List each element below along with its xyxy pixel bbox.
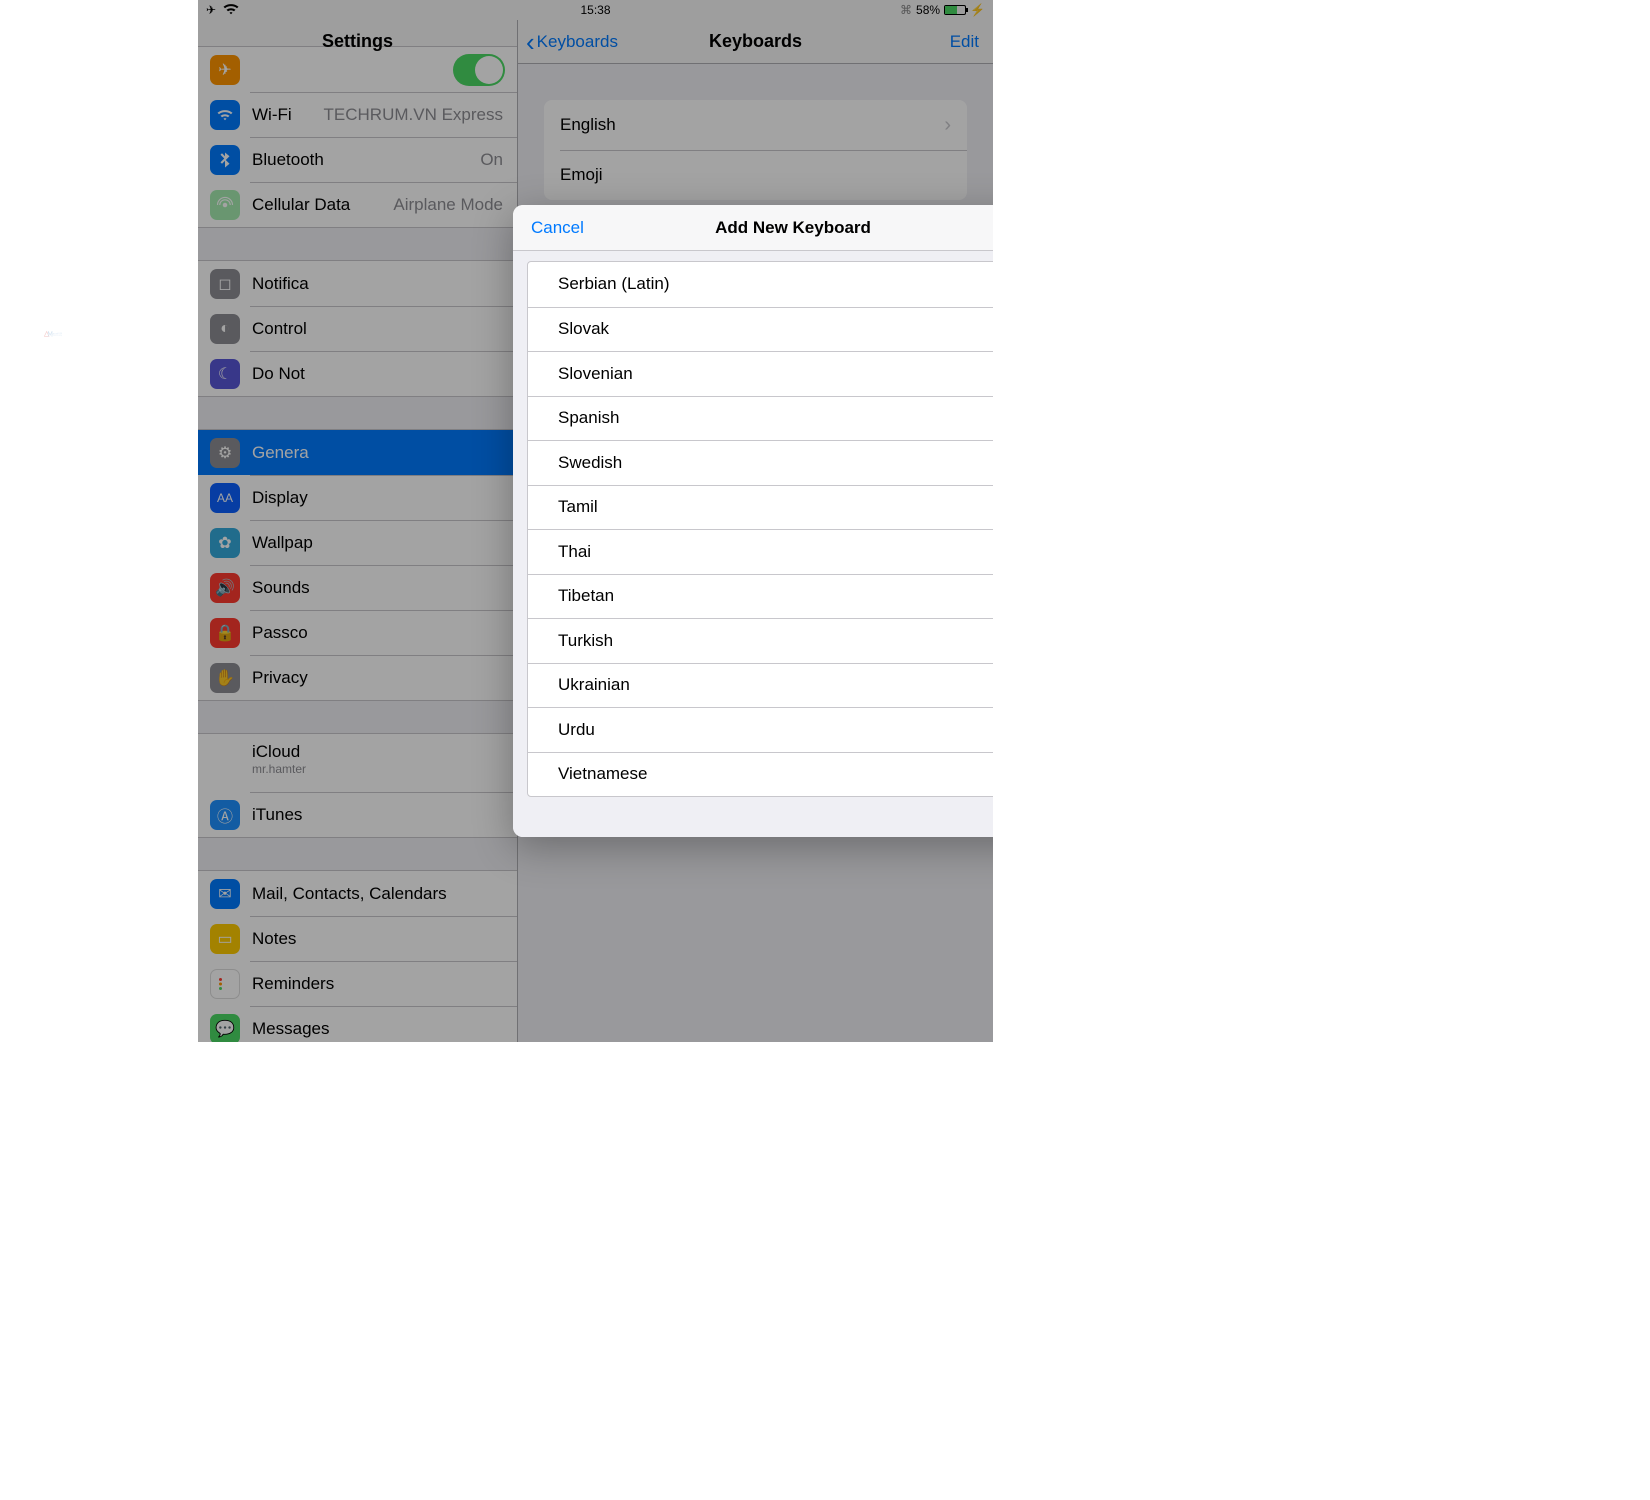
language-option[interactable]: Thai xyxy=(528,529,993,574)
watermark-different: DIFFERENT xyxy=(60,332,63,333)
language-option[interactable]: Serbian (Latin) xyxy=(528,262,993,307)
language-option[interactable]: Tibetan xyxy=(528,574,993,619)
language-option[interactable]: Swedish xyxy=(528,440,993,485)
cancel-button[interactable]: Cancel xyxy=(531,218,584,238)
language-option[interactable]: Ukrainian xyxy=(528,663,993,708)
language-option[interactable]: Slovak xyxy=(528,307,993,352)
svg-text:R: R xyxy=(61,335,62,336)
watermark-think: THINK xyxy=(58,332,59,333)
language-option[interactable]: Turkish xyxy=(528,618,993,663)
modal-header: Cancel Add New Keyboard xyxy=(513,205,993,251)
watermark-tagline: THƯƠNG HIỆU UY TÍN CỦA NGƯỜI VIỆT xyxy=(53,335,62,336)
language-option[interactable]: Vietnamese xyxy=(528,752,993,797)
modal-title: Add New Keyboard xyxy=(715,218,871,238)
language-option[interactable]: Spanish xyxy=(528,396,993,441)
language-option[interactable]: Tamil xyxy=(528,485,993,530)
language-option[interactable]: Urdu xyxy=(528,707,993,752)
ipad-screen: ✈ 15:38 ⌘ 58% ⚡ Settings ✈ xyxy=(198,0,993,1042)
language-list[interactable]: Serbian (Latin)SlovakSlovenianSpanishSwe… xyxy=(527,261,993,797)
language-option[interactable]: Slovenian xyxy=(528,351,993,396)
watermark-brand: ACVIET.VN xyxy=(53,333,62,336)
add-keyboard-modal: Cancel Add New Keyboard Serbian (Latin)S… xyxy=(513,205,993,837)
